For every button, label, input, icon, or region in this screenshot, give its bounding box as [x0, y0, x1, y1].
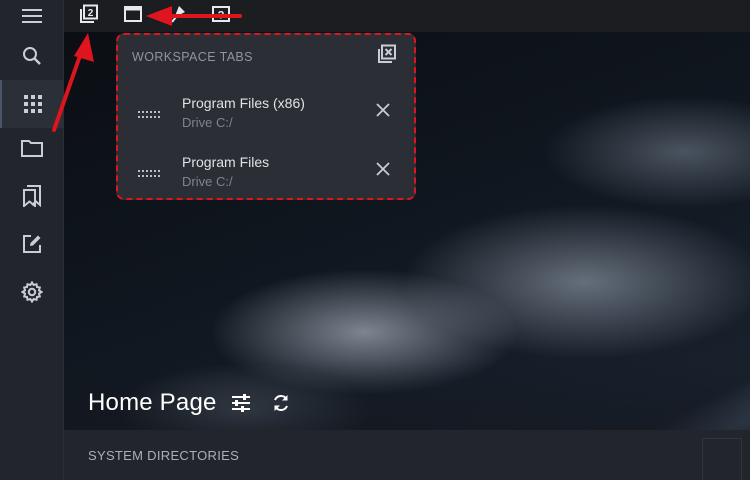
section-title: SYSTEM DIRECTORIES [88, 448, 240, 463]
sidebar-item-apps[interactable] [0, 80, 64, 128]
pin-icon [171, 5, 187, 28]
tab-drive: Drive C:/ [182, 115, 233, 130]
menu-icon [22, 9, 42, 23]
close-icon [376, 161, 390, 181]
close-tab-button[interactable] [372, 101, 394, 123]
sidebar-item-search[interactable] [0, 32, 64, 80]
workspace-tabs-icon: 2 [79, 4, 99, 29]
workspace-tab-item[interactable]: Program Files (x86) Drive C:/ [118, 87, 414, 137]
search-icon [22, 46, 42, 66]
drag-handle-icon[interactable] [138, 107, 160, 118]
close-tab-button[interactable] [372, 160, 394, 182]
pin-button[interactable] [164, 4, 194, 28]
sidebar-item-edit[interactable] [0, 220, 64, 268]
customize-button[interactable] [230, 393, 252, 417]
workspace-tab-item[interactable]: Program Files Drive C:/ [118, 146, 414, 196]
close-all-icon [377, 44, 397, 69]
workspace-count-badge: 2 [88, 8, 94, 19]
section-card-edge [702, 438, 742, 480]
window-button[interactable] [118, 4, 148, 28]
tab-name: Program Files [182, 154, 270, 170]
sliders-icon [231, 393, 251, 417]
close-all-tabs-button[interactable] [376, 44, 398, 69]
menu-button[interactable] [0, 0, 64, 32]
refresh-button[interactable] [270, 394, 292, 416]
apps-grid-icon [24, 95, 42, 113]
sidebar-item-bookmarks[interactable] [0, 172, 64, 220]
page-title: Home Page [88, 389, 217, 416]
refresh-icon [272, 394, 290, 417]
top-toolbar: 2 ? [64, 0, 750, 32]
workspace-tabs-popup: WORKSPACE TABS Program Files (x86) Drive… [116, 33, 416, 200]
tab-name: Program Files (x86) [182, 95, 305, 111]
window-icon [124, 5, 142, 27]
sidebar-item-settings[interactable] [0, 268, 64, 316]
drag-handle-icon[interactable] [138, 166, 160, 177]
close-icon [376, 102, 390, 122]
workspace-tabs-button[interactable]: 2 [74, 4, 104, 28]
sidebar-item-folders[interactable] [0, 124, 64, 172]
bookmarks-icon [22, 185, 42, 207]
help-icon: ? [212, 5, 230, 27]
popup-title: WORKSPACE TABS [132, 50, 253, 64]
help-glyph: ? [218, 9, 225, 21]
edit-icon [22, 234, 42, 254]
help-button[interactable]: ? [206, 4, 236, 28]
settings-icon [21, 281, 43, 303]
folder-icon [21, 139, 43, 157]
sidebar [0, 0, 64, 480]
system-directories-section: SYSTEM DIRECTORIES [64, 430, 750, 480]
tab-drive: Drive C:/ [182, 174, 233, 189]
